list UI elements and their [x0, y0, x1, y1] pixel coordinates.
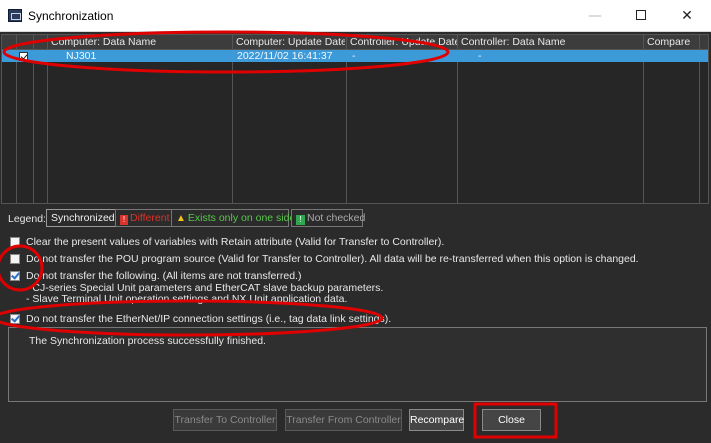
window-title: Synchronization — [28, 9, 114, 23]
recompare-button[interactable]: Recompare — [409, 409, 464, 431]
status-message: The Synchronization process successfully… — [29, 335, 266, 347]
close-button[interactable]: Close — [482, 409, 541, 431]
legend-not-checked: ! Not checked — [291, 209, 365, 227]
app-icon — [8, 9, 22, 22]
col-computer-update-date[interactable]: Computer: Update Date — [233, 36, 345, 50]
warning-icon: ▲ — [176, 213, 186, 224]
transfer-from-controller-button[interactable]: Transfer From Controller — [285, 409, 402, 431]
close-window-button[interactable]: ✕ — [664, 0, 710, 32]
row-controller-update-date: - — [352, 50, 356, 62]
row-computer-data-name: NJ301 — [66, 50, 97, 62]
checkbox-no-transfer-following[interactable] — [10, 271, 20, 281]
legend-different: ! Different — [115, 209, 174, 227]
minimize-button[interactable]: — — [572, 0, 618, 32]
maximize-icon — [636, 10, 646, 20]
message-area: The Synchronization process successfully… — [8, 327, 707, 402]
not-checked-icon: ! — [296, 215, 305, 225]
col-compare[interactable]: Compare — [644, 36, 699, 50]
legend-label: Legend: — [8, 213, 46, 225]
row-computer-update-date: 2022/11/02 16:41:37 — [237, 50, 333, 62]
maximize-button[interactable] — [618, 0, 664, 32]
col-controller-update-date[interactable]: Controller: Update Date — [347, 36, 457, 50]
checkbox-no-pou-source[interactable] — [10, 254, 20, 264]
col-controller-data-name[interactable]: Controller: Data Name — [458, 36, 642, 50]
legend-synchronized: Synchronized — [46, 209, 118, 227]
checkbox-no-ethernetip[interactable] — [10, 314, 20, 324]
sync-table: Computer: Data Name Computer: Update Dat… — [1, 34, 709, 204]
col-computer-data-name[interactable]: Computer: Data Name — [48, 36, 231, 50]
title-bar: Synchronization — ✕ — [0, 0, 711, 32]
different-icon: ! — [120, 215, 128, 225]
transfer-to-controller-button[interactable]: Transfer To Controller — [173, 409, 277, 431]
legend-one-side: ▲ Exists only on one side — [171, 209, 295, 227]
row-controller-data-name: - — [478, 50, 482, 62]
checkbox-clear-retain[interactable] — [10, 237, 20, 247]
row-checkbox[interactable] — [19, 52, 28, 61]
option-sub-item: - Slave Terminal Unit operation settings… — [26, 293, 348, 305]
